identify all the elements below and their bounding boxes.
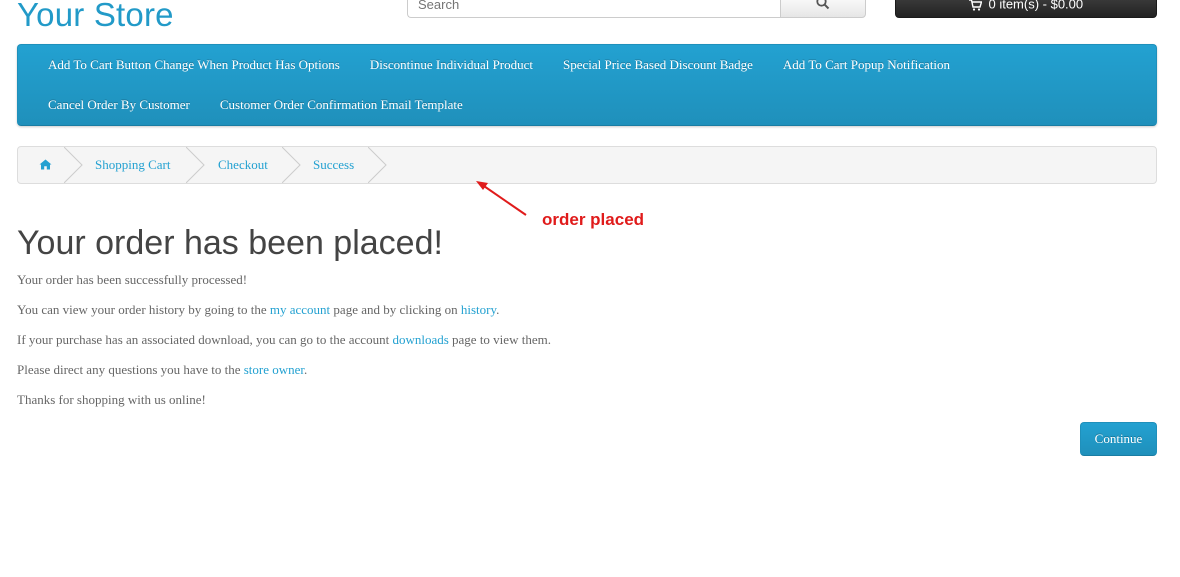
text-segment: You can view your order history by going… bbox=[17, 302, 270, 317]
continue-button[interactable]: Continue bbox=[1080, 422, 1157, 456]
page-title: Your order has been placed! bbox=[17, 224, 443, 262]
menu-row-1: Add To Cart Button Change When Product H… bbox=[18, 45, 965, 85]
breadcrumb-item-shopping-cart[interactable]: Shopping Cart bbox=[95, 147, 170, 183]
text-segment: Please direct any questions you have to … bbox=[17, 362, 244, 377]
menu-item-cancel-order[interactable]: Cancel Order By Customer bbox=[18, 85, 205, 125]
menu-item-special-price-discount-badge[interactable]: Special Price Based Discount Badge bbox=[548, 45, 768, 85]
text-segment: page and by clicking on bbox=[330, 302, 461, 317]
menu-item-add-to-cart-popup[interactable]: Add To Cart Popup Notification bbox=[768, 45, 965, 85]
annotation-arrow bbox=[476, 181, 527, 216]
text-segment: . bbox=[304, 362, 308, 377]
search-icon bbox=[816, 0, 830, 10]
breadcrumb-item-checkout[interactable]: Checkout bbox=[218, 147, 268, 183]
menu-item-add-to-cart-button-change[interactable]: Add To Cart Button Change When Product H… bbox=[18, 45, 355, 85]
store-logo[interactable]: Your Store bbox=[17, 0, 174, 35]
downloads-link[interactable]: downloads bbox=[392, 332, 448, 347]
success-message: Your order has been successfully process… bbox=[17, 272, 248, 287]
breadcrumb-separator bbox=[282, 147, 301, 183]
store-owner-link[interactable]: store owner bbox=[244, 362, 304, 377]
top-menu: Add To Cart Button Change When Product H… bbox=[17, 44, 1157, 126]
breadcrumb: Shopping Cart Checkout Success bbox=[17, 146, 1157, 184]
order-history-text: You can view your order history by going… bbox=[17, 302, 499, 318]
search-bar bbox=[407, 0, 866, 18]
menu-item-discontinue-individual-product[interactable]: Discontinue Individual Product bbox=[355, 45, 548, 85]
breadcrumb-home[interactable] bbox=[39, 147, 52, 183]
thanks-text: Thanks for shopping with us online! bbox=[17, 392, 206, 407]
breadcrumb-separator bbox=[64, 147, 83, 183]
breadcrumb-separator bbox=[186, 147, 205, 183]
text-segment: . bbox=[496, 302, 500, 317]
breadcrumb-separator bbox=[368, 147, 387, 183]
downloads-text: If your purchase has an associated downl… bbox=[17, 332, 551, 348]
shopping-cart-icon bbox=[968, 0, 983, 11]
contact-text: Please direct any questions you have to … bbox=[17, 362, 307, 378]
my-account-link[interactable]: my account bbox=[270, 302, 330, 317]
search-input[interactable] bbox=[407, 0, 790, 18]
cart-button[interactable]: 0 item(s) - $0.00 bbox=[895, 0, 1157, 18]
annotation-label: order placed bbox=[542, 210, 645, 229]
cart-total-label: 0 item(s) - $0.00 bbox=[988, 0, 1084, 12]
text-segment: If your purchase has an associated downl… bbox=[17, 332, 393, 347]
breadcrumb-item-success[interactable]: Success bbox=[313, 147, 354, 183]
menu-row-2: Cancel Order By Customer Customer Order … bbox=[18, 85, 478, 125]
history-link[interactable]: history bbox=[461, 302, 496, 317]
menu-item-order-confirmation-email[interactable]: Customer Order Confirmation Email Templa… bbox=[205, 85, 478, 125]
search-button[interactable] bbox=[780, 0, 866, 18]
text-segment: page to view them. bbox=[448, 332, 551, 347]
home-icon bbox=[39, 159, 52, 170]
